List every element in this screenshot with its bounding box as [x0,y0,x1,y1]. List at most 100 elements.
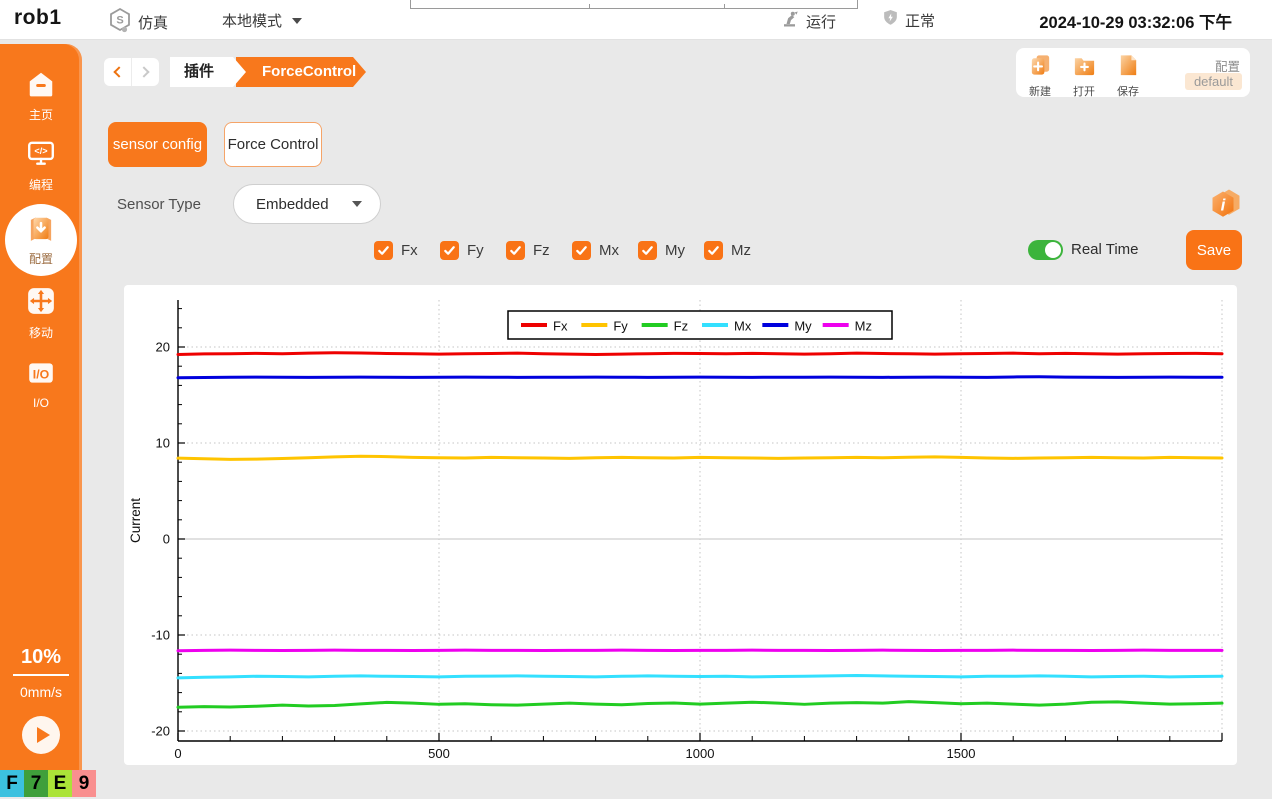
checkbox-fy[interactable]: Fy [440,241,484,260]
new-label: 新建 [1022,83,1058,99]
top-partial-tick [589,4,590,8]
svg-text:Mx: Mx [734,319,752,334]
checkbox-fx[interactable]: Fx [374,241,418,260]
move-arrows-icon [26,303,56,320]
sidebar-item-label: 移动 [0,324,82,341]
sidebar-item-move[interactable]: 移动 [0,286,82,341]
top-partial-window [410,0,858,9]
force-chart-panel: 05001000150020100-10-20CurrentFxFyFzMxMy… [124,285,1237,765]
debug-block: 7 [24,770,48,797]
checkbox-checked-icon [572,241,591,260]
save-file-label: 保存 [1110,83,1146,99]
checkbox-my[interactable]: My [638,241,685,260]
tab-force-control[interactable]: Force Control [224,122,322,167]
sidebar-item-label: I/O [0,396,82,410]
sensor-type-value: Embedded [256,196,329,213]
top-partial-tick [724,4,725,8]
simulation-indicator[interactable]: S 仿真 [108,7,168,37]
svg-text:Mz: Mz [855,319,872,334]
forward-button[interactable] [131,58,158,86]
realtime-toggle[interactable] [1028,240,1063,260]
debug-block: F [0,770,24,797]
app-root: rob1 S 仿真 本地模式 运行 正常 2024-10-29 03:32:06… [0,0,1272,799]
sidebar-item-label: 主页 [0,106,82,123]
simulation-hexagon-icon: S [108,7,132,37]
svg-text:500: 500 [428,746,450,761]
play-button[interactable] [22,716,60,754]
checkbox-mz[interactable]: Mz [704,241,751,260]
svg-text:I/O: I/O [33,367,50,381]
mode-dropdown[interactable]: 本地模式 [222,10,302,31]
run-indicator[interactable]: 运行 [780,9,836,33]
svg-text:1500: 1500 [947,746,976,761]
status-label: 正常 [905,10,935,31]
robot-name: rob1 [14,6,62,30]
force-chart-svg: 05001000150020100-10-20CurrentFxFyFzMxMy… [124,285,1237,765]
run-label: 运行 [806,11,836,32]
new-button[interactable]: 新建 [1022,53,1058,99]
svg-text:S: S [116,15,123,27]
speed-divider [13,674,69,676]
debug-color-blocks: F 7 E 9 [0,770,96,797]
sidebar-item-label: 配置 [5,250,77,267]
home-icon [26,85,56,102]
simulation-label: 仿真 [138,12,168,33]
open-button[interactable]: 打开 [1066,53,1102,99]
checkbox-label: Mx [599,242,619,259]
svg-text:Fy: Fy [613,319,628,334]
back-button[interactable] [104,58,131,86]
sensor-type-label: Sensor Type [117,196,201,213]
sidebar-item-config-selected[interactable]: 配置 [5,204,77,276]
config-box-icon [25,213,57,250]
breadcrumb-forcecontrol[interactable]: ForceControl [236,57,366,87]
chevron-right-icon [138,66,149,77]
checkbox-label: Mz [731,242,751,259]
robot-arm-icon [780,9,800,33]
speed-value: 0mm/s [0,684,82,700]
status-indicator[interactable]: 正常 [882,9,935,31]
toggle-knob [1045,242,1061,258]
file-toolbar: 新建 打开 保存 配置 default [1016,48,1250,97]
checkbox-fz[interactable]: Fz [506,241,550,260]
sidebar: 主页 </> 编程 配置 移动 I/O I/O 1 [0,44,82,770]
sidebar-item-programming[interactable]: </> 编程 [0,138,82,193]
mode-label: 本地模式 [222,10,282,31]
sidebar-item-label: 编程 [0,176,82,193]
svg-text:1000: 1000 [686,746,715,761]
clock-timestamp: 2024-10-29 03:32:06 下午 [1039,9,1232,33]
svg-text:20: 20 [156,340,170,355]
checkbox-label: My [665,242,685,259]
info-button[interactable]: i [1205,185,1244,227]
tab-sensor-config[interactable]: sensor config [108,122,207,167]
checkbox-label: Fx [401,242,418,259]
save-file-icon [1116,65,1141,82]
history-nav [104,58,159,86]
speed-percent-value: 10% [0,646,82,669]
chevron-down-icon [352,201,362,207]
checkbox-checked-icon [506,241,525,260]
sidebar-item-io[interactable]: I/O I/O [0,358,82,410]
checkbox-mx[interactable]: Mx [572,241,619,260]
checkbox-checked-icon [704,241,723,260]
speed-percent-control[interactable]: 10% [0,646,82,676]
svg-text:Fx: Fx [553,319,568,334]
save-button[interactable]: Save [1186,230,1242,270]
debug-block: 9 [72,770,96,797]
breadcrumb-plugin[interactable]: 插件 [170,57,246,87]
svg-text:My: My [794,319,812,334]
svg-text:</>: </> [34,146,47,156]
checkbox-checked-icon [638,241,657,260]
sidebar-item-home[interactable]: 主页 [0,70,82,123]
config-default-badge[interactable]: default [1185,73,1242,90]
open-label: 打开 [1066,83,1102,99]
open-folder-icon [1072,65,1097,82]
info-hexagon-icon: i [1205,185,1244,222]
save-file-button[interactable]: 保存 [1110,53,1146,99]
speed-readout: 0mm/s [0,684,82,700]
svg-text:Fz: Fz [674,319,688,334]
debug-block: E [48,770,72,797]
chevron-down-icon [292,18,302,24]
sensor-type-select[interactable]: Embedded [233,184,381,224]
svg-text:0: 0 [163,532,170,547]
checkbox-label: Fz [533,242,550,259]
